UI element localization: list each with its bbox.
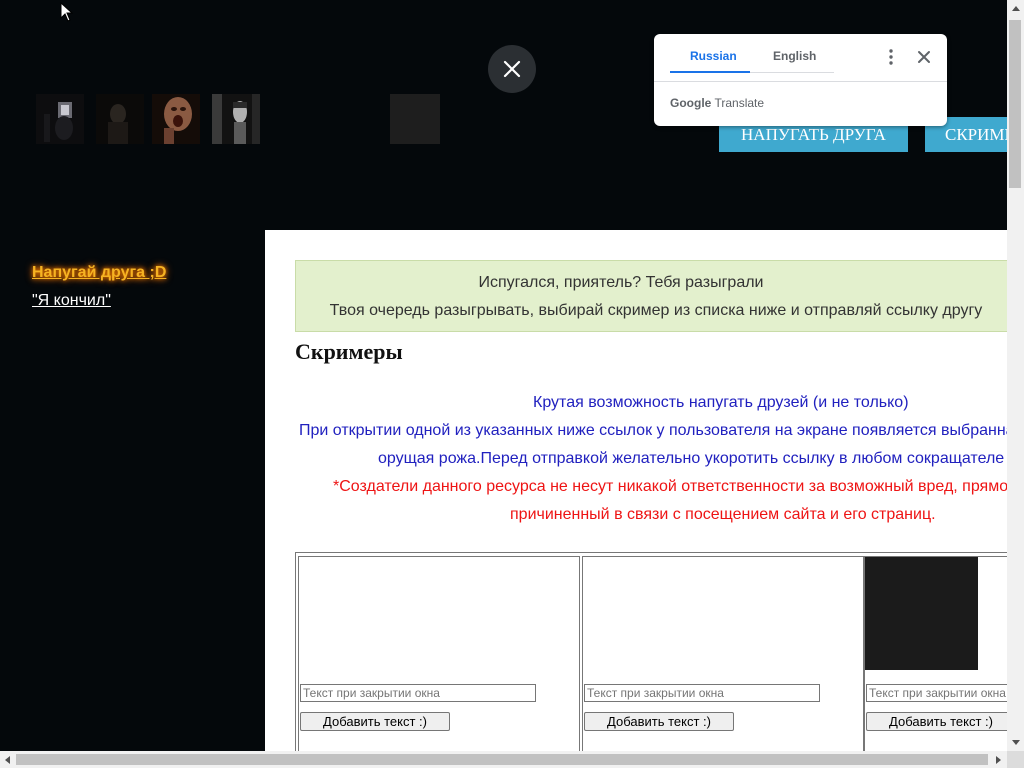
translate-popup: Russian English Google Translate <box>654 34 947 126</box>
screamer-grid: Добавить текст :) Добавить текст :) Доба… <box>295 552 1007 751</box>
dark-figure-thumbnail[interactable] <box>96 94 144 144</box>
close-text-input[interactable] <box>584 684 820 702</box>
scroll-right-arrow-icon[interactable] <box>995 755 1003 765</box>
close-text-input[interactable] <box>866 684 1007 702</box>
add-text-button[interactable]: Добавить текст :) <box>584 712 734 731</box>
screamer-card: Добавить текст :) <box>582 556 864 751</box>
popup-separator <box>654 81 947 82</box>
screamer-preview-image[interactable] <box>865 557 978 670</box>
page-title: Скримеры <box>295 339 403 364</box>
description-line-2: При открытии одной из указанных ниже ссы… <box>299 422 1007 439</box>
translate-label: Translate <box>714 96 765 110</box>
google-logo-text: Google <box>670 96 712 110</box>
disclaimer-line-1: *Создатели данного ресурса не несут ника… <box>333 478 1007 495</box>
description-line-3: орущая рожа.Перед отправкой желательно у… <box>378 450 1005 467</box>
screamer-card: Добавить текст :) <box>298 556 580 751</box>
screaming-face-thumbnail[interactable] <box>152 94 200 144</box>
close-text-input[interactable] <box>300 684 536 702</box>
tab-russian[interactable]: Russian <box>690 49 737 63</box>
screamer-card: Добавить текст :) <box>864 556 1007 751</box>
sidebar-link-done[interactable]: "Я кончил" <box>32 292 111 310</box>
more-options-icon[interactable] <box>881 47 901 67</box>
mouse-cursor-icon <box>60 2 74 22</box>
ghost-girl-thumbnail[interactable] <box>212 94 260 144</box>
main-content: Испугался, приятель? Тебя разыграли Твоя… <box>265 230 1007 751</box>
scroll-up-arrow-icon[interactable] <box>1011 4 1021 12</box>
sidebar-link-scare-friend[interactable]: Напугай друга ;D <box>32 264 166 282</box>
scroll-left-arrow-icon[interactable] <box>3 755 11 765</box>
scroll-down-arrow-icon[interactable] <box>1011 739 1021 747</box>
google-translate-brand: Google Translate <box>670 96 764 110</box>
overlay-close-button[interactable] <box>488 45 536 93</box>
active-tab-indicator <box>670 71 750 73</box>
prank-banner: Испугался, приятель? Тебя разыграли Твоя… <box>295 260 1007 332</box>
banner-line-1: Испугался, приятель? Тебя разыграли <box>478 274 764 291</box>
scrollbar-corner <box>1007 751 1024 768</box>
vertical-scrollbar-thumb[interactable] <box>1009 20 1021 188</box>
add-text-button[interactable]: Добавить текст :) <box>866 712 1007 731</box>
dark-room-thumbnail[interactable] <box>36 94 84 144</box>
close-icon <box>503 60 521 78</box>
description-line-1: Крутая возможность напугать друзей (и не… <box>533 394 909 411</box>
tab-english[interactable]: English <box>773 49 816 63</box>
horizontal-scrollbar-thumb[interactable] <box>16 754 988 765</box>
add-text-button[interactable]: Добавить текст :) <box>300 712 450 731</box>
close-icon[interactable] <box>914 47 934 67</box>
banner-line-2: Твоя очередь разыгрывать, выбирай скриме… <box>329 302 983 319</box>
disclaimer-line-2: причиненный в связи с посещением сайта и… <box>510 506 936 523</box>
thumbnail-placeholder[interactable] <box>390 94 440 144</box>
